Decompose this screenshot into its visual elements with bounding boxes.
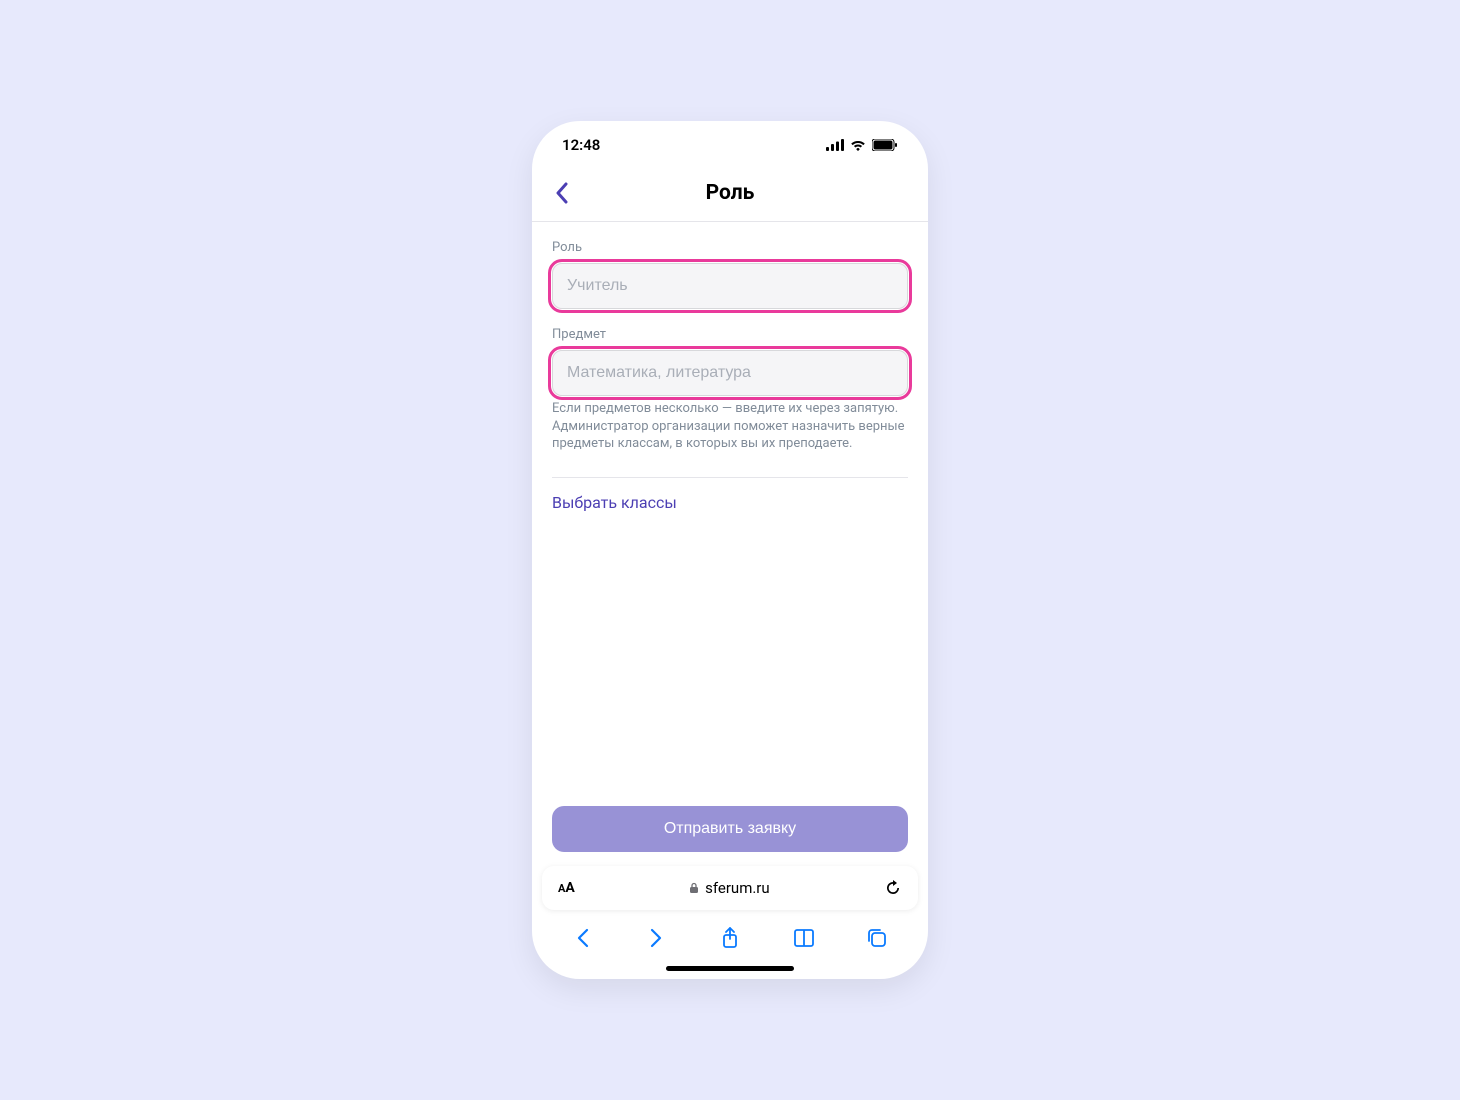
subject-hint: Если предметов несколько — введите их че… [552,400,908,453]
text-size-button[interactable]: AA [558,880,575,896]
content-area: Роль Предмет Если предметов несколько — … [532,222,928,866]
role-input[interactable] [552,263,908,309]
submit-button[interactable]: Отправить заявку [552,806,908,852]
page-title: Роль [532,181,928,205]
home-indicator [666,966,794,971]
subject-input-wrap [552,350,908,396]
url-text: sferum.ru [705,879,770,897]
browser-toolbar [532,914,928,962]
lock-icon [689,882,699,894]
browser-address-bar[interactable]: AA sferum.ru [542,866,918,910]
status-time: 12:48 [562,136,600,154]
battery-icon [872,139,898,151]
bookmarks-button[interactable] [791,925,817,951]
subject-input[interactable] [552,350,908,396]
cellular-icon [826,139,844,151]
status-icons [826,139,898,151]
browser-forward-button[interactable] [643,925,669,951]
wifi-icon [850,139,866,151]
separator [552,477,908,478]
nav-header: Роль [532,169,928,222]
reload-button[interactable] [884,879,902,897]
status-bar: 12:48 [532,121,928,169]
role-input-wrap [552,263,908,309]
role-label: Роль [552,240,908,255]
share-button[interactable] [717,925,743,951]
subject-label: Предмет [552,327,908,342]
choose-classes-link[interactable]: Выбрать классы [552,493,908,512]
tabs-button[interactable] [864,925,890,951]
browser-back-button[interactable] [570,925,596,951]
back-button[interactable] [548,179,576,207]
phone-frame: 12:48 Роль Роль Предмет [532,121,928,979]
url-display[interactable]: sferum.ru [689,879,770,897]
